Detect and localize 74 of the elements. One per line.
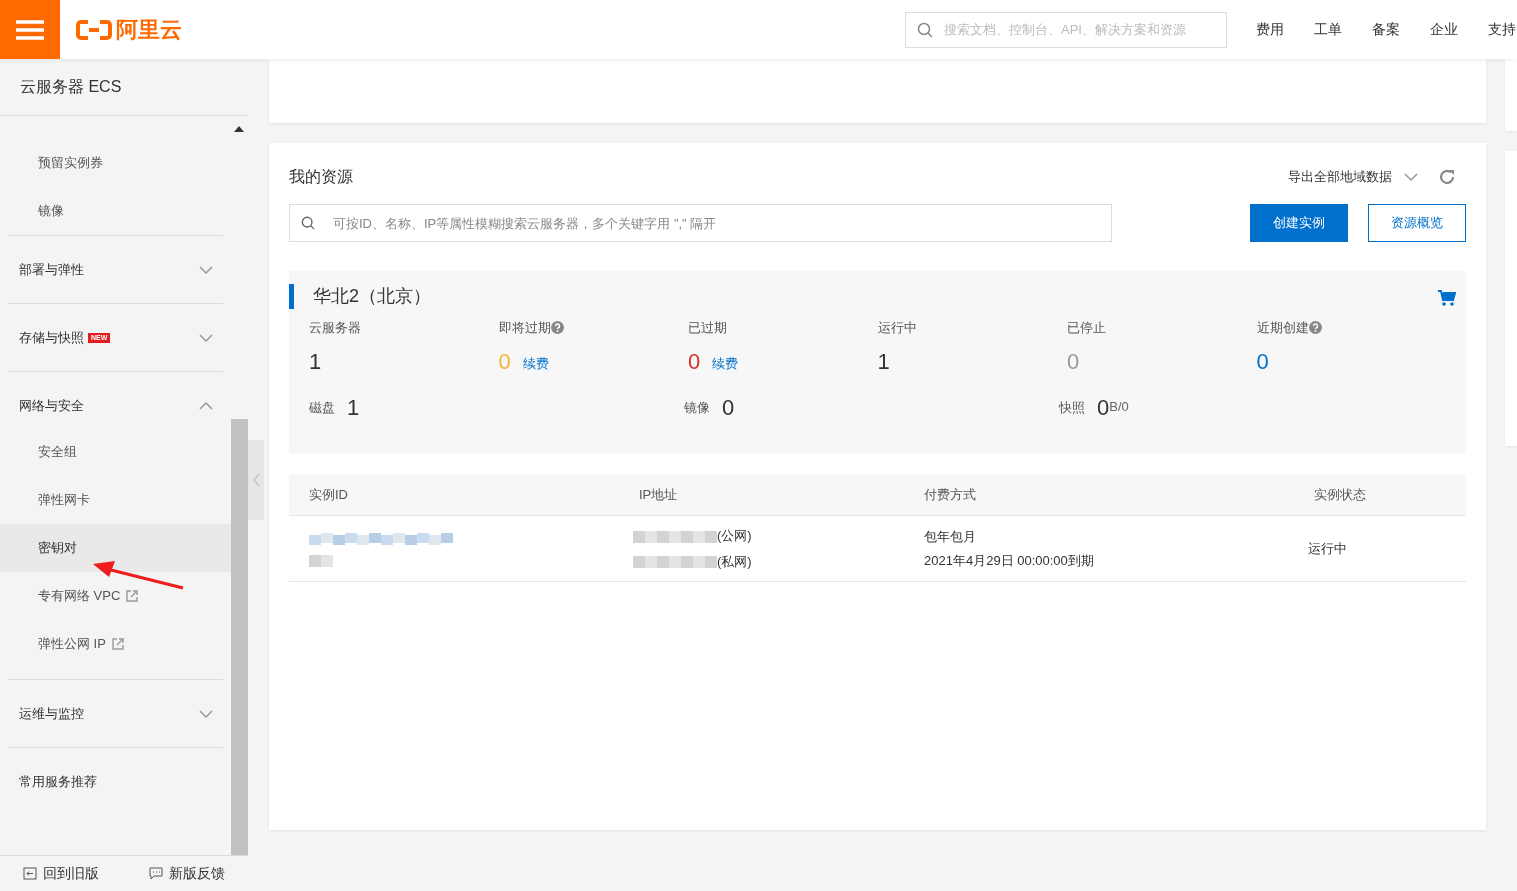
stat-value: 0 <box>1067 347 1080 376</box>
sidebar-item[interactable]: 安全组 <box>0 428 231 476</box>
create-button[interactable]: 创建实例 <box>1250 204 1348 242</box>
section-title: 我的资源 <box>289 167 353 187</box>
stat-label: 运行中 <box>877 319 917 337</box>
comment-icon <box>149 867 163 880</box>
table-cell-text: 2021年4月29日 00:00:00到期 <box>924 552 1095 570</box>
renew-link[interactable]: 续费 <box>712 354 739 374</box>
menu-button[interactable] <box>0 0 60 59</box>
export-dropdown[interactable]: 导出全部地域数据 <box>1288 167 1418 187</box>
chevron-left-icon <box>252 473 260 487</box>
column-header: 付费方式 <box>924 485 977 504</box>
sidebar-item[interactable]: 弹性公网 IP <box>0 620 231 668</box>
stat-value: 1 <box>309 347 322 376</box>
back-icon <box>23 867 37 880</box>
private-ip-label: (私网) <box>717 552 752 571</box>
chevron-up-icon <box>199 401 213 410</box>
total-label: 磁盘 <box>309 399 335 417</box>
sidebar-item[interactable]: 镜像 <box>0 187 231 235</box>
search-field[interactable]: 搜索文档、控制台、API、解决方案和资源 <box>905 11 1227 48</box>
region-marker <box>289 284 294 309</box>
region-title: 华北2（北京） <box>313 285 431 308</box>
chevron-down-icon <box>199 265 213 274</box>
stat-value: 0 <box>1256 347 1269 376</box>
sidebar-item[interactable]: 专有网络 VPC <box>0 572 231 620</box>
table-cell-text: 包年包月 <box>924 527 977 546</box>
column-header: IP地址 <box>639 485 679 504</box>
column-header: 实例状态 <box>1314 485 1367 504</box>
total-label: 快照 <box>1059 399 1085 417</box>
scroll-up-icon <box>234 126 244 132</box>
cart-icon[interactable] <box>1438 290 1456 306</box>
nav-link[interactable]: 工单 <box>1314 19 1342 40</box>
stat-value: 0 <box>688 347 701 376</box>
sidebar-item[interactable]: 弹性网卡 <box>0 476 231 524</box>
menu-icon <box>16 19 44 40</box>
renew-link[interactable]: 续费 <box>522 354 549 374</box>
nav-link[interactable]: 企业 <box>1430 19 1458 40</box>
table-cell: 运行中 <box>1308 540 1347 556</box>
total-label: 镜像 <box>684 399 710 417</box>
public-ip-label: (公网) <box>717 527 752 545</box>
redacted-mark <box>309 552 333 567</box>
stat-label: 即将过期 <box>498 319 551 337</box>
sidebar-group[interactable]: 部署与弹性 <box>8 247 223 292</box>
refresh-icon[interactable] <box>1438 168 1456 186</box>
search-field[interactable]: 可按ID、名称、IP等属性模糊搜索云服务器，多个关键字用 "," 隔开 <box>289 204 1112 242</box>
logo-icon <box>76 18 112 41</box>
stat-label: 已停止 <box>1067 319 1106 337</box>
chevron-down-icon <box>199 709 213 718</box>
overview-button[interactable]: 资源概览 <box>1368 204 1466 242</box>
stat-value: 0 <box>498 347 511 376</box>
nav-link[interactable]: 备案 <box>1372 19 1400 40</box>
chevron-down-icon <box>1404 173 1418 181</box>
nav-link[interactable]: 费用 <box>1256 19 1284 40</box>
search-icon <box>917 21 933 38</box>
chevron-down-icon <box>199 333 213 342</box>
sidebar-group[interactable]: 常用服务推荐 <box>8 759 223 804</box>
stat-label: 云服务器 <box>309 319 361 337</box>
search-icon <box>301 216 315 230</box>
total-value: 0 <box>722 393 735 422</box>
stat-value: 1 <box>877 347 890 376</box>
footer-link[interactable]: 新版反馈 <box>149 863 225 884</box>
stat-label: 近期创建 <box>1256 319 1309 337</box>
logo-text: 阿里云 <box>116 16 182 44</box>
stat-label: 已过期 <box>688 319 727 337</box>
total-value: 1 <box>347 393 360 422</box>
sidebar-item[interactable]: 预留实例券 <box>0 139 231 187</box>
nav-link[interactable]: 支持 <box>1488 19 1516 40</box>
sidebar-group[interactable]: 网络与安全 <box>8 383 223 428</box>
column-header: 实例ID <box>309 485 349 504</box>
sidebar-group[interactable]: 运维与监控 <box>8 691 223 736</box>
sidebar-item[interactable]: 密钥对 <box>0 524 231 572</box>
collapse-handle[interactable] <box>248 440 264 520</box>
sidebar-title: 云服务器 ECS <box>0 59 248 116</box>
footer-link[interactable]: 回到旧版 <box>23 863 99 884</box>
